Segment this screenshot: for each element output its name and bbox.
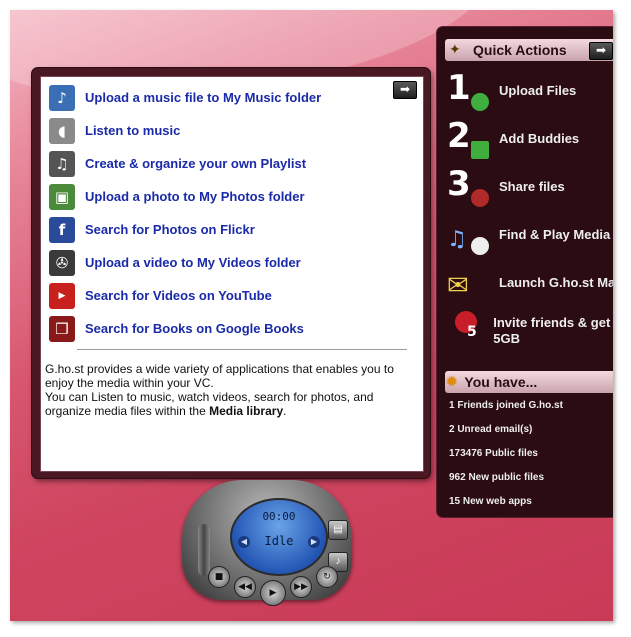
quick-action-label: Upload Files xyxy=(499,83,577,98)
add-buddies-icon: 2 xyxy=(445,117,493,161)
quick-actions-sidebar: ✦ Quick Actions ➡ 1 Upload Files 2 Add B… xyxy=(437,27,613,517)
book-icon: ❒ xyxy=(49,315,75,342)
quick-action-share-files[interactable]: 3 Share files xyxy=(445,163,613,211)
player-body: 00:00 ◀ Idle ▶ ▤ ♪ ■ ◀◀ ▶ ▶▶ ↻ xyxy=(182,480,352,606)
check-badge-icon xyxy=(471,93,489,111)
media-icon: ♫ xyxy=(445,213,493,257)
quick-action-upload-files[interactable]: 1 Upload Files xyxy=(445,67,613,115)
quick-action-find-play-media[interactable]: ♫ Find & Play Media xyxy=(445,211,613,259)
user-badge-icon xyxy=(471,189,489,207)
notification-icon: ✹ xyxy=(445,374,459,391)
media-panel: ➡ ♪ Upload a music file to My Music fold… xyxy=(32,68,430,478)
volume-slider[interactable] xyxy=(198,524,210,576)
next-track-icon[interactable]: ▶ xyxy=(308,536,320,548)
magic-wand-icon: ✦ xyxy=(449,41,461,57)
flickr-icon: f xyxy=(49,216,75,243)
quick-action-number: 3 xyxy=(447,164,471,204)
quick-actions-title: Quick Actions xyxy=(473,42,567,58)
listen-music-link[interactable]: Listen to music xyxy=(85,123,180,138)
quick-action-add-buddies[interactable]: 2 Add Buddies xyxy=(445,115,613,163)
description-line-2: You can Listen to music, watch videos, s… xyxy=(45,390,415,418)
playlist-icon: ♫ xyxy=(49,150,75,177)
quick-action-invite-friends[interactable]: 5 Invite friends & get 5GB xyxy=(445,307,613,355)
envelope-icon: ✉ xyxy=(447,271,469,301)
media-action-list: ♪ Upload a music file to My Music folder… xyxy=(49,81,321,345)
youtube-link[interactable]: Search for Videos on YouTube xyxy=(85,288,272,303)
description-line-1: G.ho.st provides a wide variety of appli… xyxy=(45,362,394,390)
plus-badge-icon xyxy=(471,141,489,159)
you-have-list: 1 Friends joined G.ho.st 2 Unread email(… xyxy=(449,399,563,519)
you-have-header: ✹ You have... xyxy=(445,371,613,393)
you-have-title: You have... xyxy=(464,374,538,390)
media-action-item[interactable]: ◖ Listen to music xyxy=(49,114,321,147)
fast-forward-button[interactable]: ▶▶ xyxy=(290,576,312,598)
you-have-item[interactable]: 173476 Public files xyxy=(449,447,563,471)
quick-actions-header: ✦ Quick Actions ➡ xyxy=(445,39,613,61)
playlist-link[interactable]: Create & organize your own Playlist xyxy=(85,156,306,171)
share-files-icon: 3 xyxy=(445,165,493,209)
upload-photo-link[interactable]: Upload a photo to My Photos folder xyxy=(85,189,305,204)
music-note-icon: ♪ xyxy=(49,84,75,111)
player-screen: 00:00 ◀ Idle ▶ xyxy=(230,498,328,576)
quick-action-label: Share files xyxy=(499,179,565,194)
youtube-icon: ▶ xyxy=(49,282,75,309)
media-action-item[interactable]: f Search for Photos on Flickr xyxy=(49,213,321,246)
media-action-item[interactable]: ♫ Create & organize your own Playlist xyxy=(49,147,321,180)
film-badge-icon xyxy=(471,237,489,255)
you-have-item[interactable]: 2 Unread email(s) xyxy=(449,423,563,447)
media-library-text: Media library xyxy=(209,404,284,418)
media-description: G.ho.st provides a wide variety of appli… xyxy=(45,362,415,418)
quick-actions-arrow-button[interactable]: ➡ xyxy=(589,42,613,60)
upload-music-link[interactable]: Upload a music file to My Music folder xyxy=(85,90,321,105)
upload-video-link[interactable]: Upload a video to My Videos folder xyxy=(85,255,301,270)
play-button[interactable]: ▶ xyxy=(260,580,286,606)
quick-action-launch-mail[interactable]: ✉ Launch G.ho.st Mail xyxy=(445,259,613,307)
photo-icon: ▣ xyxy=(49,183,75,210)
media-panel-content: ➡ ♪ Upload a music file to My Music fold… xyxy=(40,76,424,472)
media-action-item[interactable]: ▶ Search for Videos on YouTube xyxy=(49,279,321,312)
stop-button[interactable]: ■ xyxy=(208,566,230,588)
panel-arrow-button[interactable]: ➡ xyxy=(393,81,417,99)
quick-action-number: 5 xyxy=(467,324,477,340)
player-time: 00:00 xyxy=(262,510,296,523)
you-have-item[interactable]: 15 New web apps xyxy=(449,495,563,519)
quick-action-label: Invite friends & get 5GB xyxy=(493,315,611,346)
google-books-link[interactable]: Search for Books on Google Books xyxy=(85,321,304,336)
quick-action-label: Add Buddies xyxy=(499,131,580,146)
divider xyxy=(77,349,407,350)
rewind-button[interactable]: ◀◀ xyxy=(234,576,256,598)
you-have-item[interactable]: 962 New public files xyxy=(449,471,563,495)
media-player: 00:00 ◀ Idle ▶ ▤ ♪ ■ ◀◀ ▶ ▶▶ ↻ xyxy=(172,470,362,610)
description-end: . xyxy=(283,404,287,418)
media-action-item[interactable]: ❒ Search for Books on Google Books xyxy=(49,312,321,345)
you-have-item[interactable]: 1 Friends joined G.ho.st xyxy=(449,399,563,423)
quick-actions-list: 1 Upload Files 2 Add Buddies 3 Share fil… xyxy=(445,67,613,355)
speaker-icon: ◖ xyxy=(49,117,75,144)
playlist-button[interactable]: ▤ xyxy=(328,520,348,540)
upload-files-icon: 1 xyxy=(445,69,493,113)
quick-action-number: 2 xyxy=(447,116,471,156)
media-action-item[interactable]: ♪ Upload a music file to My Music folder xyxy=(49,81,321,114)
flickr-link[interactable]: Search for Photos on Flickr xyxy=(85,222,255,237)
desktop-background: ➡ ♪ Upload a music file to My Music fold… xyxy=(10,10,613,621)
media-action-item[interactable]: ✇ Upload a video to My Videos folder xyxy=(49,246,321,279)
quick-action-label: Find & Play Media xyxy=(499,227,611,242)
invite-icon: 5 xyxy=(445,309,487,353)
media-action-item[interactable]: ▣ Upload a photo to My Photos folder xyxy=(49,180,321,213)
film-reel-icon: ✇ xyxy=(49,249,75,276)
mail-icon: ✉ xyxy=(445,261,493,305)
quick-action-label: Launch G.ho.st Mail xyxy=(499,275,613,290)
repeat-button[interactable]: ↻ xyxy=(316,566,338,588)
media-note-icon: ♫ xyxy=(447,227,467,252)
quick-action-number: 1 xyxy=(447,68,471,108)
